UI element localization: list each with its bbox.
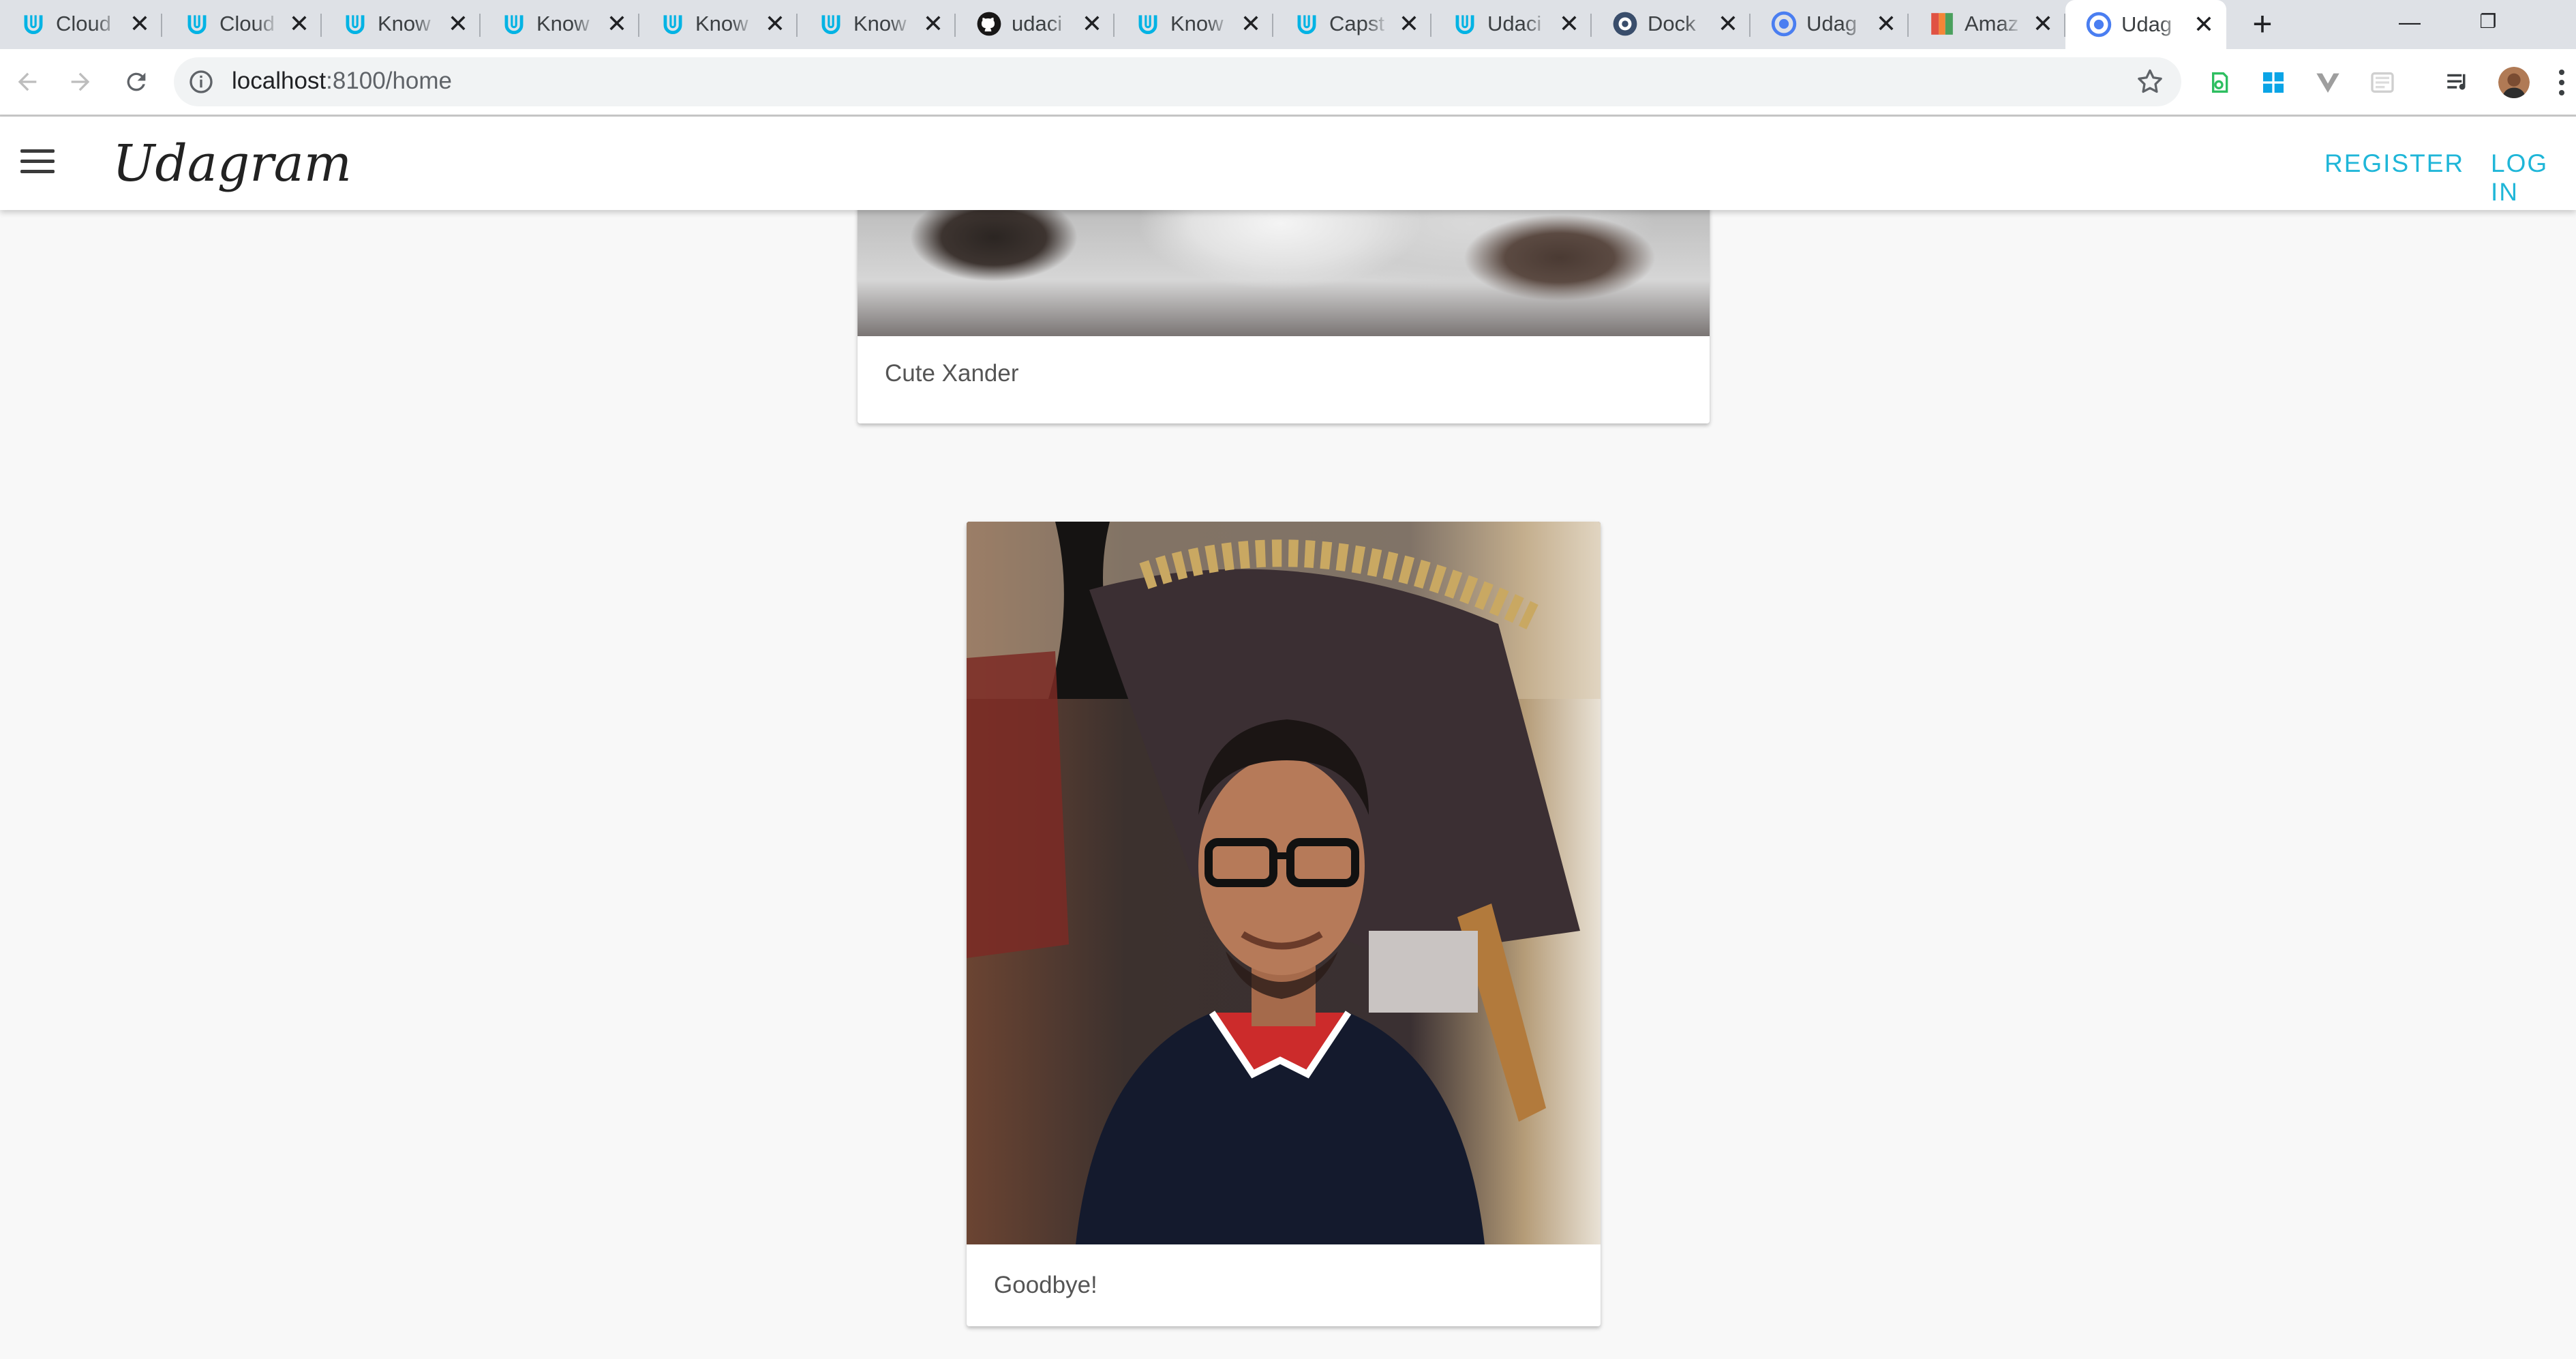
tab-title: Udaci	[1487, 12, 1542, 35]
browser-toolbar: localhost:8100/home	[0, 49, 2576, 117]
udacity-icon	[1135, 11, 1161, 37]
site-info-icon[interactable]	[187, 68, 215, 95]
close-tab-icon[interactable]: ✕	[1876, 12, 1896, 36]
udacity-icon	[660, 11, 686, 37]
close-tab-icon[interactable]: ✕	[1399, 12, 1419, 36]
new-tab-button[interactable]: +	[2243, 4, 2282, 44]
chrome-blue-icon	[2086, 12, 2112, 38]
forward-button[interactable]	[63, 64, 98, 100]
close-tab-icon[interactable]: ✕	[607, 12, 627, 36]
udacity-icon	[1452, 11, 1478, 37]
windows-extension-icon[interactable]	[2258, 67, 2289, 98]
browser-tab[interactable]: Amaz ✕	[1909, 0, 2065, 48]
close-tab-icon[interactable]: ✕	[130, 12, 150, 36]
back-button[interactable]	[10, 64, 45, 100]
tab-title: udaci	[1012, 12, 1063, 35]
close-tab-icon[interactable]: ✕	[448, 12, 468, 36]
close-tab-icon[interactable]: ✕	[923, 12, 943, 36]
browser-tab[interactable]: Udag ✕	[2065, 0, 2226, 49]
browser-tab[interactable]: Udag ✕	[1751, 0, 1909, 48]
close-tab-icon[interactable]: ✕	[2033, 12, 2053, 36]
browser-tab[interactable]: Capst ✕	[1273, 0, 1431, 48]
tab-title: Udag	[2121, 12, 2172, 36]
hamburger-menu-icon[interactable]	[20, 149, 55, 177]
bookmark-star-icon[interactable]	[2135, 67, 2165, 97]
close-tab-icon[interactable]: ✕	[1241, 12, 1261, 36]
minimize-button[interactable]: —	[2379, 3, 2440, 41]
close-tab-icon[interactable]: ✕	[1082, 12, 1102, 36]
login-link[interactable]: LOG IN	[2491, 149, 2576, 207]
restore-button[interactable]: ❐	[2457, 3, 2519, 41]
profile-avatar[interactable]	[2498, 67, 2530, 98]
browser-tab[interactable]: Know ✕	[639, 0, 798, 48]
feed-photo	[967, 522, 1601, 1244]
app-header: Udagram REGISTER LOG IN	[0, 117, 2576, 210]
browser-tab[interactable]: Dock ✕	[1592, 0, 1751, 48]
feed-card: Goodbye!	[967, 522, 1601, 1326]
browser-tab-strip: Cloud ✕ Cloud ✕ Know ✕ Know ✕ Know ✕ Know ✕ udaci ✕ Kn…	[0, 0, 2576, 49]
github-icon	[976, 11, 1002, 37]
tab-title: Cloud	[219, 12, 275, 35]
udacity-icon	[1294, 11, 1320, 37]
browser-tab[interactable]: Cloud ✕	[164, 0, 322, 48]
close-tab-icon[interactable]: ✕	[2194, 12, 2214, 37]
tab-title: Capst	[1329, 12, 1384, 35]
udacity-icon	[818, 11, 844, 37]
address-bar[interactable]: localhost:8100/home	[174, 57, 2181, 106]
browser-tab[interactable]: udaci ✕	[956, 0, 1115, 48]
extension-placeholder-icon[interactable]	[2367, 67, 2398, 98]
udacity-icon	[20, 11, 46, 37]
browser-tab[interactable]: Know ✕	[481, 0, 639, 48]
register-link[interactable]: REGISTER	[2324, 149, 2464, 178]
browser-tab[interactable]: Udaci ✕	[1431, 0, 1592, 48]
forward-arrow-icon	[71, 72, 90, 91]
tab-title: Know	[695, 12, 748, 35]
tab-title: Know	[853, 12, 907, 35]
udacity-icon	[184, 11, 210, 37]
tab-title: Cloud	[56, 12, 111, 35]
tab-title: Dock	[1648, 12, 1696, 35]
browser-menu-icon[interactable]	[2555, 67, 2569, 98]
tab-title: Udag	[1806, 12, 1858, 35]
tab-title: Know	[1170, 12, 1224, 35]
app-brand: Udagram	[112, 134, 352, 193]
close-tab-icon[interactable]: ✕	[765, 12, 785, 36]
chrome-blue-icon	[1771, 11, 1797, 37]
evernote-extension-icon[interactable]	[2203, 67, 2234, 98]
media-control-icon[interactable]	[2442, 67, 2474, 98]
feed: Cute Xander Goodbye!	[0, 196, 2576, 1359]
back-arrow-icon	[18, 72, 37, 91]
feed-card: Cute Xander	[858, 196, 1710, 423]
address-url: localhost:8100/home	[232, 68, 453, 94]
close-tab-icon[interactable]: ✕	[1559, 12, 1579, 36]
docker-icon	[1612, 11, 1638, 37]
aws-icon	[1929, 11, 1955, 37]
reload-button[interactable]	[119, 64, 154, 100]
browser-tab[interactable]: Know ✕	[322, 0, 481, 48]
browser-tab[interactable]: Know ✕	[1115, 0, 1273, 48]
udacity-icon	[342, 11, 368, 37]
vue-devtools-extension-icon[interactable]	[2312, 67, 2344, 98]
feed-caption: Cute Xander	[885, 360, 1019, 387]
close-tab-icon[interactable]: ✕	[289, 12, 309, 36]
feed-caption: Goodbye!	[994, 1272, 1097, 1298]
tab-title: Know	[536, 12, 590, 35]
udacity-icon	[501, 11, 527, 37]
browser-tab[interactable]: Know ✕	[798, 0, 956, 48]
close-tab-icon[interactable]: ✕	[1718, 12, 1738, 36]
tab-separator	[161, 14, 162, 37]
reload-icon	[127, 72, 146, 91]
feed-photo	[858, 196, 1710, 336]
tab-title: Amaz	[1965, 12, 2019, 35]
tab-title: Know	[378, 12, 431, 35]
browser-tab[interactable]: Cloud ✕	[0, 0, 162, 48]
